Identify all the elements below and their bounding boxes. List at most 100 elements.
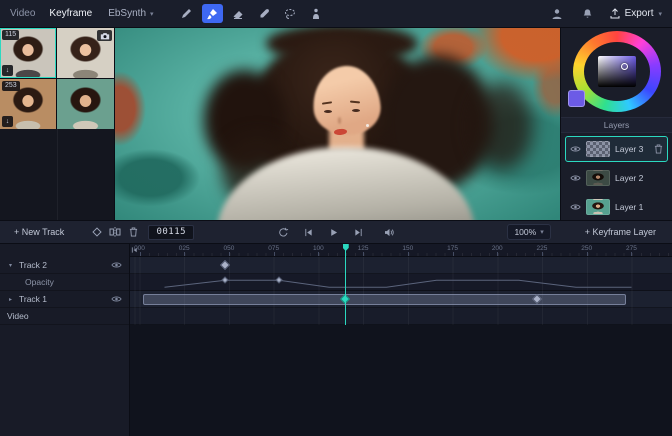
layers-panel: Layers Layer 3 Layer 2 Layer 1 [561,117,672,220]
prev-frame-button[interactable] [301,223,315,241]
timeline-rows [130,257,672,325]
ruler-tick: 075 [268,244,319,256]
canvas-artwork [365,124,369,127]
keyframe-thumbnail[interactable]: 253 ↓ [0,79,56,129]
add-keyframe-button[interactable] [88,223,106,241]
delete-layer-button[interactable] [654,144,663,154]
play-icon [330,228,337,236]
split-clip-button[interactable] [106,223,124,241]
pencil-tool-button[interactable] [176,4,197,23]
canvas-artwork [324,109,333,113]
layer-thumbnail [586,170,610,186]
timeline-body: 000 025 050 075 100 125 150 175 200 225 … [130,244,672,436]
keyframe-layer-button[interactable]: + Keyframe Layer [579,227,662,237]
caret-right-icon[interactable]: ▸ [7,296,14,303]
lasso-icon [285,8,296,19]
app-window: Video Keyframe EbSynth ▾ Export ▾ 115 ↓ … [0,0,672,436]
layer-visibility-button[interactable] [570,174,581,182]
next-frame-button[interactable] [351,223,365,241]
track1-clip[interactable] [143,294,627,305]
layer-visibility-button[interactable] [570,203,581,211]
current-color-swatch[interactable] [568,90,585,107]
track-name: Track 2 [19,260,48,270]
eye-icon [570,204,581,210]
user-account-button[interactable] [548,5,566,23]
pencil-icon [182,8,192,18]
layer-name: Layer 2 [615,173,644,183]
property-name: Opacity [25,277,54,287]
caret-down-icon[interactable]: ▾ [7,262,14,269]
timeline-empty-area [130,325,672,436]
frame-counter[interactable]: 00115 [148,224,195,240]
opacity-envelope [164,279,632,288]
color-picker-handle[interactable] [621,63,629,71]
keyframe-diamond[interactable] [220,260,231,270]
bell-icon [583,9,592,18]
ruler-tick: 150 [402,244,453,256]
download-button[interactable]: ↓ [2,65,13,76]
track-visibility-button[interactable] [111,261,122,269]
track2-row[interactable] [130,257,672,274]
transport-controls [276,221,396,243]
track-visibility-button[interactable] [111,295,122,303]
ruler-tick: 050 [224,244,274,256]
eraser-icon [233,10,243,19]
layer-row[interactable]: Layer 3 [565,136,668,162]
pose-tool-button[interactable] [306,4,327,23]
playhead[interactable] [345,244,347,325]
keyframe-thumbnail[interactable] [57,79,114,129]
ruler-tick: 250 [581,244,632,256]
person-icon [552,8,562,19]
eyedropper-tool-button[interactable] [254,4,275,23]
ruler-tick: 025 [179,244,229,256]
brush-icon [207,8,218,19]
keyframe-thumbnail[interactable]: 115 ↓ [0,28,56,78]
saturation-value-square[interactable] [597,56,636,87]
tab-video[interactable]: Video [10,8,35,19]
export-button[interactable]: Export ▾ [610,8,662,19]
tool-group [176,4,327,23]
play-button[interactable] [326,223,340,241]
opacity-row[interactable] [130,274,672,291]
playback-controls-bar: + New Track 00115 100% ▾ + Keyframe Laye… [0,220,672,244]
track-label-row-track2[interactable]: ▾ Track 2 [0,257,129,274]
mute-button[interactable] [382,223,396,241]
video-row[interactable] [130,308,672,325]
layer-row[interactable]: Layer 2 [565,165,668,191]
new-track-button[interactable]: + New Track [8,227,70,237]
download-button[interactable]: ↓ [2,116,13,127]
track-label-row-video[interactable]: Video [0,308,129,325]
lasso-tool-button[interactable] [280,4,301,23]
zoom-value: 100% [514,227,537,237]
eye-icon [570,175,581,181]
eye-icon [111,296,122,302]
frame-number-badge: 253 [2,81,20,91]
layer-row[interactable]: Layer 1 [565,194,668,220]
loop-icon [278,227,288,236]
upload-icon [610,8,620,19]
timeline-zoom-select[interactable]: 100% ▾ [507,224,551,240]
track-label-row-opacity[interactable]: Opacity [0,274,129,291]
track1-row[interactable] [130,291,672,308]
keyframe-thumbnail[interactable] [57,28,114,78]
chevron-down-icon: ▾ [658,10,662,18]
track-label-row-track1[interactable]: ▸ Track 1 [0,291,129,308]
ruler-tick: 200 [492,244,542,256]
tab-keyframe[interactable]: Keyframe [49,8,92,19]
layer-visibility-button[interactable] [570,145,581,153]
delete-button[interactable] [124,223,142,241]
canvas-viewport[interactable] [115,28,560,220]
ruler-tick: 100 [313,244,363,256]
engine-select[interactable]: EbSynth ▾ [108,8,153,19]
keyframe-thumbnail-grid: 115 ↓ 253 ↓ [0,28,114,129]
brush-tool-button[interactable] [201,4,223,23]
timeline-ruler[interactable]: 000 025 050 075 100 125 150 175 200 225 … [130,244,672,257]
skip-back-icon [304,228,312,236]
notifications-button[interactable] [579,5,597,23]
loop-button[interactable] [276,223,290,241]
topbar-right-group: Export ▾ [548,5,662,23]
track-name: Video [7,311,29,321]
eraser-tool-button[interactable] [228,4,249,23]
pose-icon [313,8,320,19]
timeline: ▾ Track 2 Opacity ▸ Track 1 Video 000 02… [0,244,672,436]
